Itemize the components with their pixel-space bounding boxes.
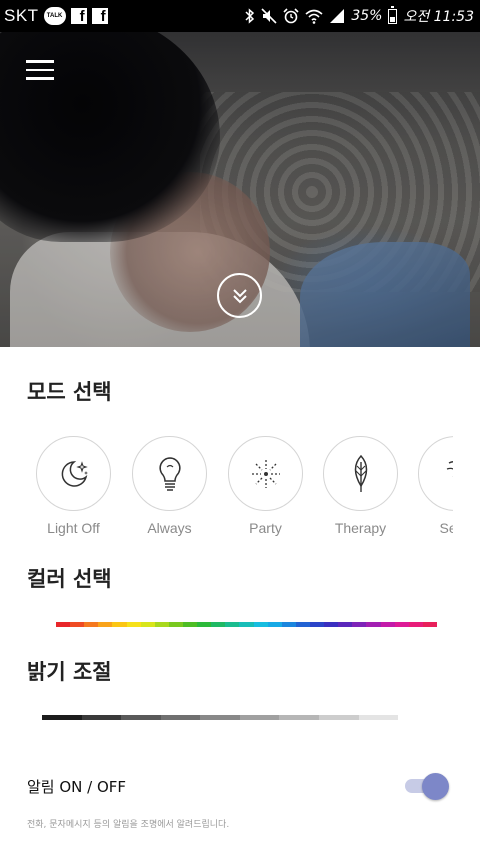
- mode-label: Party: [249, 520, 282, 536]
- brightness-section-title: 밝기 조절: [27, 660, 112, 684]
- mode-section-title: 모드 선택: [27, 380, 112, 404]
- brightness-level[interactable]: [358, 715, 399, 720]
- carrier-label: SKT: [4, 6, 39, 25]
- color-swatch[interactable]: [56, 622, 71, 627]
- color-swatch[interactable]: [352, 622, 367, 627]
- light-bulb-icon: [158, 456, 181, 491]
- color-swatch[interactable]: [154, 622, 169, 627]
- notification-description: 전화, 문자메시지 등의 알림을 조명에서 알려드립니다.: [27, 820, 230, 830]
- clock: 오전 11:53: [403, 9, 474, 25]
- color-swatch[interactable]: [422, 622, 437, 627]
- battery-percent: 35%: [351, 8, 383, 24]
- color-swatch[interactable]: [98, 622, 113, 627]
- kakaotalk-icon: TALK: [43, 7, 66, 25]
- moon-stars-icon: [61, 460, 88, 487]
- mode-label: Always: [147, 520, 192, 536]
- brightness-level[interactable]: [239, 715, 280, 720]
- brightness-level[interactable]: [160, 715, 201, 720]
- mute-icon: [261, 8, 277, 24]
- brightness-level[interactable]: [121, 715, 161, 720]
- color-swatch[interactable]: [408, 622, 423, 627]
- brightness-level[interactable]: [81, 715, 122, 720]
- brightness-slider[interactable]: [42, 715, 399, 720]
- color-swatch[interactable]: [281, 622, 296, 627]
- brightness-level[interactable]: [279, 715, 319, 720]
- mode-seve[interactable]: Seve: [418, 436, 453, 536]
- color-swatch[interactable]: [140, 622, 155, 627]
- battery-icon: [388, 5, 398, 24]
- color-swatch[interactable]: [267, 622, 282, 627]
- bluetooth-icon: [245, 8, 255, 24]
- facebook-icon: f: [91, 8, 108, 24]
- mode-always[interactable]: Always: [132, 436, 207, 536]
- color-swatch[interactable]: [394, 622, 409, 627]
- mode-party[interactable]: Party: [228, 436, 303, 536]
- notification-toggle[interactable]: [405, 772, 451, 800]
- brightness-level[interactable]: [318, 715, 359, 720]
- color-swatch[interactable]: [112, 622, 127, 627]
- color-swatch[interactable]: [225, 622, 240, 627]
- color-swatch[interactable]: [70, 622, 85, 627]
- facebook-icon: f: [70, 8, 87, 24]
- brightness-level[interactable]: [200, 715, 240, 720]
- notification-toggle-label: 알림 ON / OFF: [27, 778, 127, 796]
- color-section-title: 컬러 선택: [27, 567, 112, 591]
- mode-therapy[interactable]: Therapy: [323, 436, 398, 536]
- wifi-icon: [305, 9, 323, 24]
- mode-carousel[interactable]: Light Off Always Party Therapy Se: [36, 436, 453, 546]
- signal-icon: [330, 9, 345, 23]
- mode-label: Therapy: [334, 520, 387, 536]
- color-swatch[interactable]: [309, 622, 325, 627]
- color-swatch[interactable]: [324, 622, 339, 627]
- color-swatch[interactable]: [182, 622, 198, 627]
- color-swatch[interactable]: [126, 622, 141, 627]
- color-swatch[interactable]: [253, 622, 268, 627]
- hamburger-menu-icon[interactable]: [26, 60, 56, 82]
- mode-label: Light Off: [47, 520, 100, 536]
- leaf-icon: [354, 454, 367, 492]
- hero-photo: [0, 32, 480, 347]
- double-chevron-down-icon[interactable]: [217, 273, 262, 318]
- color-swatch[interactable]: [366, 622, 381, 627]
- mode-light-off[interactable]: Light Off: [36, 436, 111, 536]
- brightness-level[interactable]: [42, 715, 82, 720]
- color-swatch[interactable]: [211, 622, 226, 627]
- toggle-thumb: [422, 773, 449, 800]
- color-swatch[interactable]: [168, 622, 183, 627]
- color-swatch[interactable]: [295, 622, 310, 627]
- status-bar: SKT TALK f f 35% 오전 11:53: [0, 0, 480, 32]
- firework-icon: [251, 459, 280, 488]
- color-swatch[interactable]: [239, 622, 254, 627]
- color-picker-bar[interactable]: [56, 622, 437, 627]
- color-swatch[interactable]: [84, 622, 99, 627]
- color-swatch[interactable]: [338, 622, 353, 627]
- partial-icon: [446, 460, 453, 478]
- mode-label: Seve: [439, 520, 453, 536]
- color-swatch[interactable]: [197, 622, 212, 627]
- alarm-icon: [283, 8, 299, 24]
- color-swatch[interactable]: [380, 622, 395, 627]
